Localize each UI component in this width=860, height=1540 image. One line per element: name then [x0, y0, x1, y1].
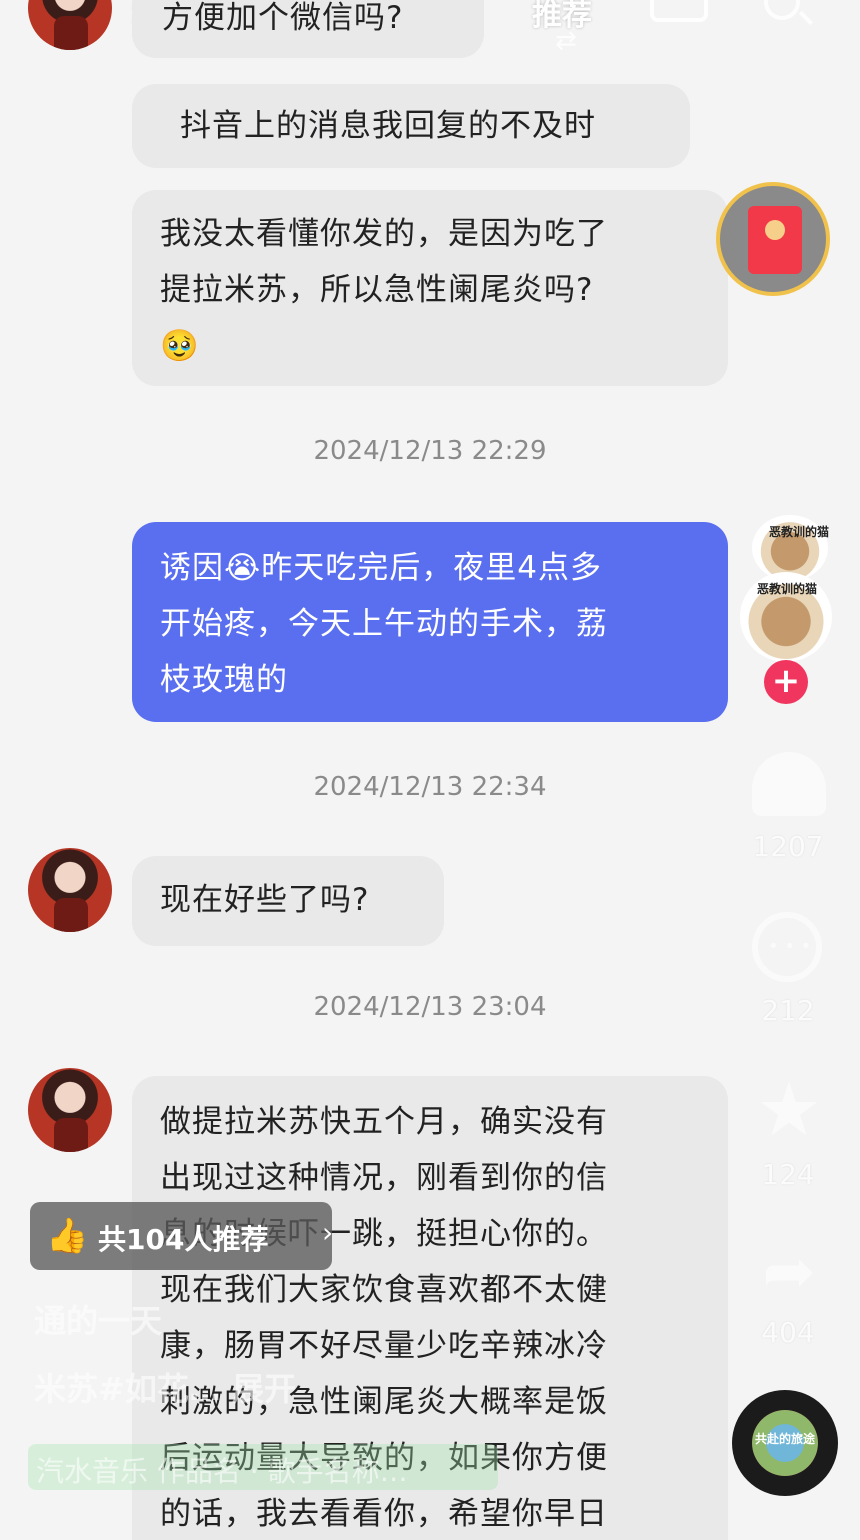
album-label: 共赴的旅途 — [754, 1432, 815, 1446]
cat-caption: 恶教训的猫 — [768, 525, 829, 539]
cat-sticker-avatar: 恶教训的猫 — [752, 515, 829, 581]
star-icon[interactable]: ★ — [752, 1073, 826, 1147]
message-text: 方便加个微信吗? — [162, 0, 404, 36]
red-packet-button[interactable] — [716, 182, 830, 296]
message-bubble-sent: 诱因😭昨天吃完后，夜里4点多 开始疼，今天上午动的手术，荔 枝玫瑰的 — [132, 522, 728, 722]
message-line: 枝玫瑰的 — [160, 662, 288, 698]
message-bubble: 我没太看懂你发的，是因为吃了 提拉米苏，所以急性阑尾炎吗? 🥹 — [132, 190, 728, 386]
recommend-pill[interactable]: 👍 共104人推荐 › — [30, 1202, 334, 1270]
message-line: 的话，我去看看你，希望你早日 — [160, 1496, 608, 1532]
message-line: 🥹 — [160, 328, 200, 364]
share-icon[interactable]: ➦ — [752, 1240, 826, 1304]
message-line: 出现过这种情况，刚看到你的信 — [160, 1160, 608, 1196]
favorite-count: 124 — [761, 1158, 815, 1191]
video-hashtags[interactable]: 米苏#如花… 展开 — [34, 1364, 296, 1410]
timestamp: 2024/12/13 22:34 — [313, 772, 547, 802]
music-bar[interactable]: 汽水音乐 作品名 · 歌手名称… — [28, 1444, 498, 1490]
follow-button[interactable]: + — [764, 660, 808, 704]
album-art: 共赴的旅途 — [752, 1410, 818, 1476]
message-line: 提拉米苏，所以急性阑尾炎吗? — [160, 272, 594, 308]
comment-icon[interactable] — [752, 912, 822, 982]
timestamp: 2024/12/13 22:29 — [313, 436, 547, 466]
avatar[interactable] — [28, 848, 112, 932]
message-line: 现在我们大家饮食喜欢都不太健 — [160, 1272, 608, 1308]
like-count: 1207 — [752, 830, 824, 863]
camera-icon[interactable] — [650, 0, 708, 22]
message-text: 现在好些了吗? — [160, 882, 370, 918]
recommend-label: 共104人推荐 — [98, 1223, 269, 1256]
music-title: 汽水音乐 作品名 · 歌手名称… — [36, 1455, 408, 1488]
swap-icon[interactable]: ⇄ — [555, 26, 577, 56]
red-envelope-icon — [748, 206, 802, 274]
chevron-right-icon: › — [322, 1216, 334, 1249]
message-line: 做提拉米苏快五个月，确实没有 — [160, 1104, 608, 1140]
message-text: 抖音上的消息我回复的不及时 — [180, 108, 596, 144]
search-icon[interactable] — [764, 0, 800, 20]
timestamp: 2024/12/13 23:04 — [313, 992, 547, 1022]
heart-icon[interactable] — [752, 752, 826, 816]
message-line: 诱因😭昨天吃完后，夜里4点多 — [160, 550, 602, 586]
video-description: 通的一天 — [34, 1302, 163, 1340]
thumbs-up-icon: 👍 — [46, 1216, 89, 1256]
message-line: 我没太看懂你发的，是因为吃了 — [160, 216, 608, 252]
avatar[interactable] — [28, 1068, 112, 1152]
comment-count: 212 — [761, 994, 815, 1027]
music-disc-button[interactable]: 共赴的旅途 — [732, 1390, 838, 1496]
share-count: 404 — [761, 1316, 815, 1349]
screen: 城 团购 关注 商城 推荐 ⇄ 方便加个微信吗? 抖音上的消息我回复的不及时 我… — [0, 0, 860, 1540]
message-bubble: 现在好些了吗? — [132, 856, 444, 946]
creator-avatar[interactable]: 恶教训的猫 — [740, 572, 832, 662]
message-bubble: 方便加个微信吗? — [132, 0, 484, 58]
message-bubble: 抖音上的消息我回复的不及时 — [132, 84, 690, 168]
cat-caption: 恶教训的猫 — [756, 582, 817, 596]
message-line: 开始疼，今天上午动的手术，荔 — [160, 606, 608, 642]
